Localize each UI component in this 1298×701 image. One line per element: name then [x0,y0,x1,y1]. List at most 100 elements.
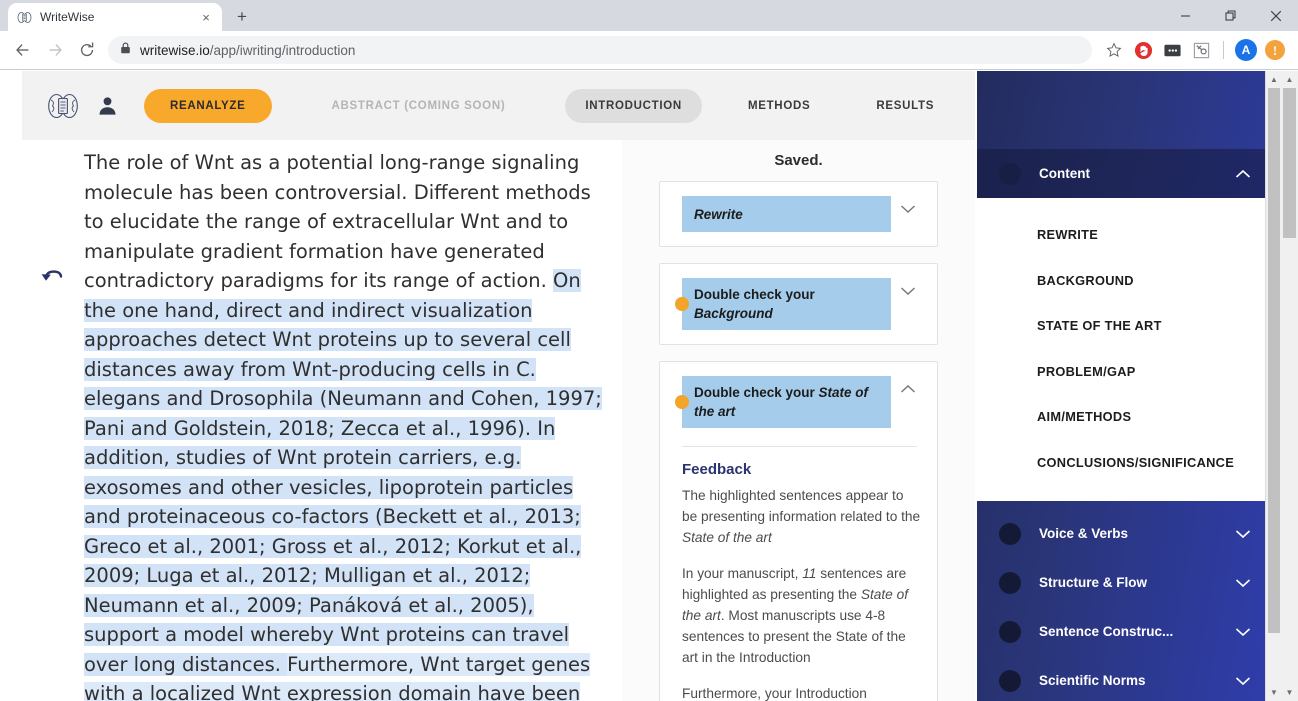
feedback-detail: Feedback The highlighted sentences appea… [660,461,925,701]
extension-gray-icon[interactable] [1188,37,1214,63]
manuscript-editor[interactable]: The role of Wnt as a potential long-rang… [22,140,622,701]
sidebar-item-conclusions-significance[interactable]: CONCLUSIONS/SIGNIFICANCE [977,440,1265,486]
sidebar-section-voice-verbs-label: Voice & Verbs [1039,526,1129,541]
scroll-up-arrow-icon[interactable]: ▲ [1266,71,1282,88]
app-scrollbar-thumb[interactable] [1268,88,1280,633]
tab-introduction[interactable]: INTRODUCTION [565,88,702,123]
manuscript-highlight-1: On the one hand, direct and indirect vis… [84,269,602,676]
profile-avatar[interactable]: A [1233,37,1259,63]
tab-results[interactable]: RESULTS [856,89,954,123]
page-viewport: REANALYZE ABSTRACT (COMING SOON) INTRODU… [0,71,1298,701]
extension-dots-icon[interactable] [1159,37,1185,63]
feedback-card-rewrite-label: Rewrite [694,206,743,222]
browser-scrollbar-track[interactable] [1281,88,1298,684]
sidebar-section-scientific-norms-label: Scientific Norms [1039,673,1146,688]
chevron-up-icon[interactable] [1221,169,1265,179]
chevron-down-icon[interactable] [1221,578,1265,588]
sidebar-item-problem-gap[interactable]: PROBLEM/GAP [977,349,1265,395]
section-bullet-icon [999,571,1021,594]
chevron-up-icon[interactable] [891,376,925,394]
close-tab-icon[interactable]: × [198,9,214,25]
reanalyze-button[interactable]: REANALYZE [144,88,272,123]
feedback-card-rewrite-bar[interactable]: Rewrite [682,196,891,232]
feedback-panel: Saved. Rewrite Double check your Backgro… [622,140,975,701]
scroll-up-arrow-icon[interactable]: ▲ [1281,71,1298,88]
chevron-down-icon[interactable] [891,196,925,214]
sidebar-section-voice-verbs[interactable]: Voice & Verbs [977,509,1265,558]
window-minimize-button[interactable] [1163,0,1208,31]
sidebar-section-content-label: Content [1039,166,1090,181]
adblock-icon[interactable] [1130,37,1156,63]
lock-icon [120,41,131,59]
new-tab-button[interactable]: + [228,2,256,30]
sidebar-section-structure-flow[interactable]: Structure & Flow [977,558,1265,607]
app-scrollbar-track[interactable] [1266,88,1282,684]
update-badge-glyph: ! [1265,40,1285,60]
fb-p2-a: In your manuscript, [682,566,803,581]
feedback-card-state-of-the-art[interactable]: Double check your State of the art Feedb… [659,361,938,701]
manuscript-plain-1: The role of Wnt as a potential long-rang… [84,151,591,292]
sidebar-section-scientific-norms[interactable]: Scientific Norms [977,656,1265,701]
user-avatar-icon[interactable] [94,93,120,119]
browser-tab-writewise[interactable]: WriteWise × [8,3,222,31]
section-bullet-icon [999,522,1021,545]
window-controls [1163,0,1298,31]
browser-update-badge[interactable]: ! [1262,37,1288,63]
sidebar-item-aim-methods[interactable]: AIM/METHODS [977,394,1265,440]
feedback-divider [682,446,917,447]
app-header: REANALYZE ABSTRACT (COMING SOON) INTRODU… [22,71,1078,140]
browser-scrollbar-thumb[interactable] [1283,88,1296,238]
sidebar-content-items: REWRITE BACKGROUND STATE OF THE ART PROB… [977,198,1265,501]
sidebar-item-rewrite[interactable]: REWRITE [977,212,1265,258]
feedback-card-background-emphasis: Background [694,306,773,321]
sidebar-section-structure-flow-label: Structure & Flow [1039,575,1148,590]
url-path: /app/iwriting/introduction [209,42,356,58]
feedback-card-state-of-the-art-bar[interactable]: Double check your State of the art [675,376,891,428]
window-close-button[interactable] [1253,0,1298,31]
feedback-detail-paragraph-1: The highlighted sentences appear to be p… [682,485,921,548]
reload-button[interactable] [72,35,102,65]
feedback-card-soa-prefix: Double check your [694,385,819,400]
feedback-card-state-of-the-art-header[interactable]: Double check your State of the art [660,376,925,428]
tab-methods[interactable]: METHODS [728,89,830,123]
sidebar-item-background[interactable]: BACKGROUND [977,258,1265,304]
section-bullet-icon [999,162,1021,185]
save-status: Saved. [774,152,823,169]
browser-tab-title: WriteWise [40,10,95,24]
feedback-card-state-of-the-art-label: Double check your State of the art [694,383,881,421]
back-button[interactable] [8,35,38,65]
brain-icon [16,9,32,25]
address-bar[interactable]: writewise.io/app/iwriting/introduction [108,36,1092,64]
forward-button[interactable] [40,35,70,65]
chevron-down-icon[interactable] [1221,676,1265,686]
feedback-card-background[interactable]: Double check your Background [659,263,938,345]
manuscript-text[interactable]: The role of Wnt as a potential long-rang… [36,140,606,701]
feedback-detail-paragraph-3: Furthermore, your Introduction [682,686,867,701]
bookmark-star-icon[interactable] [1101,37,1127,63]
fb-p2-count: 11 [802,566,817,581]
sidebar-item-state-of-the-art[interactable]: STATE OF THE ART [977,303,1265,349]
chevron-down-icon[interactable] [1221,627,1265,637]
scroll-down-arrow-icon[interactable]: ▼ [1266,684,1282,701]
section-bullet-icon [999,620,1021,643]
scroll-down-arrow-icon[interactable]: ▼ [1281,684,1298,701]
brain-document-logo-icon [46,89,80,123]
url-domain: writewise.io [140,42,210,58]
window-restore-button[interactable] [1208,0,1253,31]
sidebar-section-sentence-construction[interactable]: Sentence Construc... [977,607,1265,656]
toolbar-icons: A ! [1101,37,1290,63]
address-bar-url: writewise.io/app/iwriting/introduction [140,43,355,58]
undo-arrow-icon[interactable] [40,264,66,290]
feedback-card-rewrite[interactable]: Rewrite [659,181,938,247]
section-bullet-icon [999,669,1021,692]
feedback-card-background-bar[interactable]: Double check your Background [675,278,891,330]
alert-dot-icon [675,297,689,311]
alert-dot-icon [675,395,689,409]
browser-scrollbar[interactable]: ▲ ▼ [1281,71,1298,701]
chevron-down-icon[interactable] [891,278,925,296]
sidebar-section-content[interactable]: Content [977,149,1265,198]
browser-tab-strip: WriteWise × + [0,0,1298,31]
tab-abstract: ABSTRACT (COMING SOON) [331,99,506,112]
app-scrollbar[interactable]: ▲ ▼ [1265,71,1282,701]
chevron-down-icon[interactable] [1221,529,1265,539]
